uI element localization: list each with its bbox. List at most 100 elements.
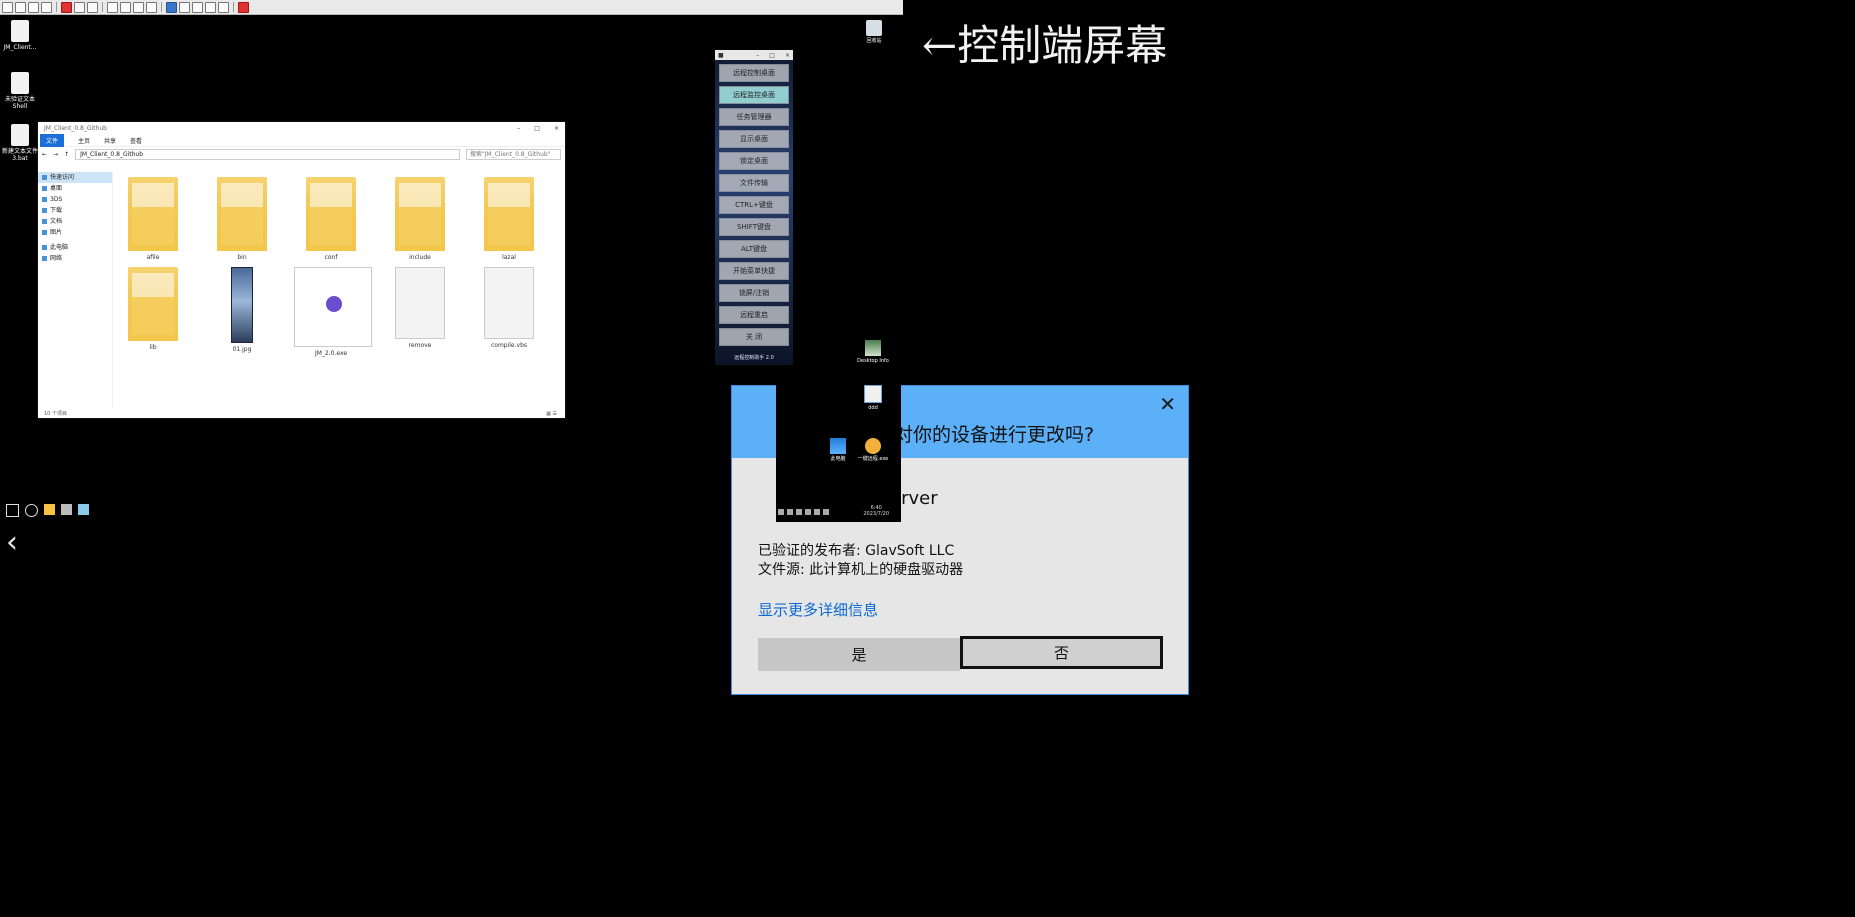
- dialog-question: 对你的设备进行更改吗?: [894, 424, 1095, 446]
- toolbar-button[interactable]: [87, 1, 98, 13]
- file-item[interactable]: JM_2.0.exe: [294, 267, 372, 357]
- panel-button[interactable]: 锁定桌面: [719, 152, 789, 170]
- zoom-100-icon[interactable]: [218, 1, 229, 13]
- file-item[interactable]: afile: [116, 177, 190, 261]
- close-icon[interactable]: ×: [554, 125, 559, 132]
- no-button[interactable]: 否: [960, 636, 1163, 669]
- up-icon[interactable]: ↑: [64, 151, 69, 158]
- taskbar-clock[interactable]: 6:40 2023/7/20: [863, 505, 889, 517]
- file-item[interactable]: include: [383, 177, 457, 261]
- panel-button[interactable]: 文件传输: [719, 174, 789, 192]
- panel-button[interactable]: 开始菜单快捷: [719, 262, 789, 280]
- toolbar-button[interactable]: [2, 1, 13, 13]
- desktop-icon[interactable]: 未验证文本 Shell: [0, 72, 40, 110]
- file-explorer-icon[interactable]: [44, 504, 55, 515]
- toolbar-button[interactable]: [15, 1, 26, 13]
- toolbar-button[interactable]: [146, 1, 157, 13]
- panel-button[interactable]: 远程重启: [719, 306, 789, 324]
- file-item[interactable]: lazal: [472, 177, 546, 261]
- back-icon[interactable]: ←: [42, 151, 47, 158]
- nav-item-3ds[interactable]: 3DS: [38, 194, 112, 205]
- explorer-titlebar: JM_Client_0.8_Github – □ ×: [38, 122, 565, 134]
- nav-item-this-pc[interactable]: 此电脑: [38, 242, 112, 253]
- file-item[interactable]: compile.vbs: [472, 267, 546, 349]
- nav-item-pictures[interactable]: 图片: [38, 227, 112, 238]
- minimize-icon[interactable]: –: [756, 52, 759, 59]
- tray-icon[interactable]: [787, 509, 793, 515]
- image-icon: [231, 267, 253, 343]
- desktop-info-icon: [865, 340, 881, 356]
- file-item[interactable]: bin: [205, 177, 279, 261]
- tray-icon[interactable]: [796, 509, 802, 515]
- nav-item-documents[interactable]: 文档: [38, 216, 112, 227]
- view-toggle[interactable]: ▦ ☰: [546, 411, 557, 417]
- panel-button[interactable]: SHIFT键盘: [719, 218, 789, 236]
- zoom-fit-icon[interactable]: [205, 1, 216, 13]
- folder-icon: [128, 177, 178, 251]
- ribbon-tab-share[interactable]: 共享: [104, 136, 116, 145]
- nav-item-downloads[interactable]: 下载: [38, 205, 112, 216]
- start-icon[interactable]: [6, 504, 19, 517]
- toolbar-button[interactable]: [166, 1, 177, 13]
- toolbar-button[interactable]: [61, 1, 72, 13]
- desktop-icon[interactable]: JM_Client...: [0, 20, 40, 51]
- file-item[interactable]: conf: [294, 177, 368, 261]
- desktop-icon[interactable]: 新建文本文件 3.bat: [0, 124, 40, 162]
- folder-icon: [484, 177, 534, 251]
- panel-button[interactable]: 远程监控桌面: [719, 86, 789, 104]
- yes-button[interactable]: 是: [758, 638, 960, 671]
- panel-button[interactable]: CTRL+键盘: [719, 196, 789, 214]
- app-icon: ■: [718, 51, 724, 59]
- folder-icon: [306, 177, 356, 251]
- toolbar-button[interactable]: [41, 1, 52, 13]
- nav-item-network[interactable]: 网络: [38, 253, 112, 264]
- maximize-icon[interactable]: □: [769, 52, 775, 59]
- panel-button[interactable]: 远程控制桌面: [719, 64, 789, 82]
- app-icon[interactable]: [61, 504, 72, 515]
- tray-icon[interactable]: [823, 509, 829, 515]
- nav-item-desktop[interactable]: 桌面: [38, 183, 112, 194]
- panel-button[interactable]: 关 闭: [719, 328, 789, 346]
- toolbar-button[interactable]: [133, 1, 144, 13]
- desktop-icon[interactable]: 回收站: [854, 20, 894, 44]
- ribbon-tab-file[interactable]: 文件: [40, 133, 65, 147]
- file-item[interactable]: lib: [116, 267, 190, 351]
- toolbar-button[interactable]: [74, 1, 85, 13]
- toolbar-button[interactable]: [28, 1, 39, 13]
- document-icon: [864, 385, 882, 403]
- zoom-in-icon[interactable]: [179, 1, 190, 13]
- panel-button[interactable]: 任务管理器: [719, 108, 789, 126]
- tray-icon[interactable]: [814, 509, 820, 515]
- toolbar-separator: [56, 2, 57, 12]
- desktop-icon[interactable]: Desktop Info: [853, 340, 893, 364]
- tray-icon[interactable]: [778, 509, 784, 515]
- ribbon-tab-home[interactable]: 主页: [78, 136, 90, 145]
- disconnect-icon[interactable]: [238, 1, 249, 13]
- toolbar-button[interactable]: [120, 1, 131, 13]
- ribbon-tab-view[interactable]: 查看: [130, 136, 142, 145]
- desktop-icon[interactable]: 此电脑: [818, 438, 858, 462]
- remote-app-icon[interactable]: [78, 504, 89, 515]
- desktop-icon[interactable]: ddd: [853, 385, 893, 411]
- forward-icon[interactable]: →: [53, 151, 58, 158]
- show-details-link[interactable]: 显示更多详细信息: [758, 599, 878, 620]
- address-bar[interactable]: JM_Client_0.8_Github: [75, 148, 460, 160]
- panel-button[interactable]: 显示桌面: [719, 130, 789, 148]
- search-input[interactable]: 搜索"JM_Client_0.8_Github": [466, 148, 561, 160]
- close-icon[interactable]: ×: [785, 52, 790, 59]
- close-icon[interactable]: ✕: [1159, 394, 1176, 414]
- toolbar-button[interactable]: [107, 1, 118, 13]
- nav-item-quick-access[interactable]: 快速访问: [38, 172, 112, 183]
- minimize-icon[interactable]: –: [517, 125, 520, 132]
- toolbar-separator: [102, 2, 103, 12]
- panel-button[interactable]: ALT键盘: [719, 240, 789, 258]
- chevron-left-icon[interactable]: ‹: [6, 525, 18, 560]
- desktop-icon[interactable]: 一键远程.exe: [853, 438, 893, 462]
- tray-icon[interactable]: [805, 509, 811, 515]
- file-item[interactable]: 01.jpg: [205, 267, 279, 353]
- file-item[interactable]: remove: [383, 267, 457, 349]
- task-view-icon[interactable]: [25, 504, 38, 517]
- panel-button[interactable]: 锁屏/注销: [719, 284, 789, 302]
- maximize-icon[interactable]: □: [534, 125, 540, 132]
- zoom-out-icon[interactable]: [192, 1, 203, 13]
